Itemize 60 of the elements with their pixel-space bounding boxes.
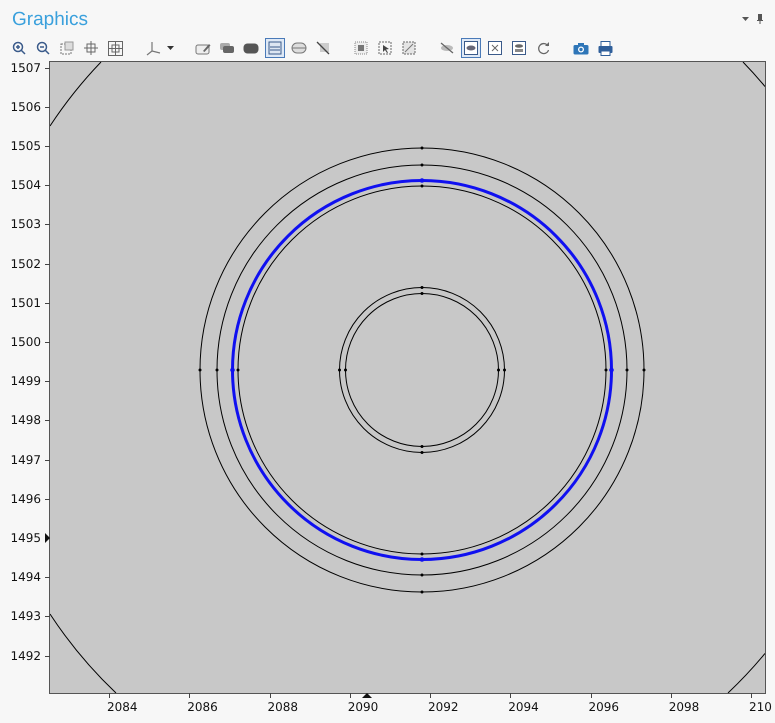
y-axis-tick-label: 1496 [10, 490, 41, 507]
crosshair-icon [84, 41, 98, 55]
x-axis-tick-label: 2090 [348, 699, 378, 715]
select-square-icon [378, 41, 392, 55]
y-axis-tick-label: 1492 [10, 648, 41, 664]
caret-icon [166, 46, 174, 50]
stack-frame-icon [512, 41, 526, 55]
x-axis-tick-label: 210 [749, 699, 772, 715]
block-icon [243, 42, 259, 54]
circle-arc [728, 653, 765, 693]
x-axis-tick-label: 2086 [187, 699, 218, 715]
x-axis-tick-label: 2092 [428, 699, 459, 715]
lens-icon [291, 42, 307, 54]
window-title: Graphics [12, 8, 88, 32]
y-axis-tick-label: 1495 [10, 530, 41, 546]
pencil-frame-icon [195, 42, 211, 54]
zoom-out-icon [36, 41, 50, 55]
toolbar-button[interactable] [509, 38, 529, 58]
toolbar-button[interactable] [105, 38, 125, 58]
zoom-in-icon [12, 41, 26, 55]
y-axis-tick-label: 1499 [10, 373, 41, 390]
y-axis-tick-label: 1505 [10, 138, 41, 154]
dashed-square-icon [60, 41, 74, 55]
y-axis-tick-label: 1500 [10, 334, 41, 350]
slash-icon [316, 41, 330, 55]
y-axis-tick-label: 1493 [10, 608, 41, 624]
printer-icon [598, 40, 612, 56]
camera-icon [573, 42, 589, 54]
crosshair-frame-icon [108, 40, 122, 56]
toolbar-button[interactable] [485, 38, 505, 58]
y-axis-tick-label: 1506 [10, 98, 41, 115]
rotate-icon [536, 42, 550, 54]
eye-slash-icon [439, 42, 455, 54]
circle-arc [50, 62, 102, 126]
dotted-square-icon [354, 41, 368, 55]
y-axis-tick-label: 1504 [10, 177, 41, 194]
x-axis-tick-label: 2088 [268, 699, 298, 715]
y-axis-tick-label: 1507 [10, 60, 41, 76]
toolbar-button[interactable] [265, 38, 285, 58]
x-axis-tick-label: 2084 [107, 699, 138, 715]
axes-icon [145, 40, 161, 56]
eye-icon [464, 41, 478, 55]
dropdown-icon[interactable] [742, 17, 749, 21]
y-axis-tick-label: 1498 [10, 412, 41, 428]
toolbar-button[interactable] [461, 38, 481, 58]
circle-arc [742, 62, 765, 87]
pin-icon[interactable] [757, 14, 763, 24]
block-icon [219, 42, 235, 54]
y-axis-tick-label: 1503 [10, 216, 41, 232]
toolbar-button[interactable] [81, 38, 101, 58]
cross-frame-icon [488, 41, 502, 55]
layers-icon [268, 41, 282, 55]
y-axis-tick-label: 1502 [10, 256, 41, 272]
x-axis-tick-label: 2096 [588, 699, 620, 715]
y-axis-tick-label: 1494 [10, 569, 41, 586]
y-axis-tick-label: 1501 [10, 294, 41, 311]
x-axis-tick-label: 2098 [668, 699, 700, 715]
x-axis-tick-label: 2094 [508, 699, 539, 715]
select-frame-icon [402, 41, 416, 55]
y-axis-tick-label: 1497 [10, 452, 41, 468]
